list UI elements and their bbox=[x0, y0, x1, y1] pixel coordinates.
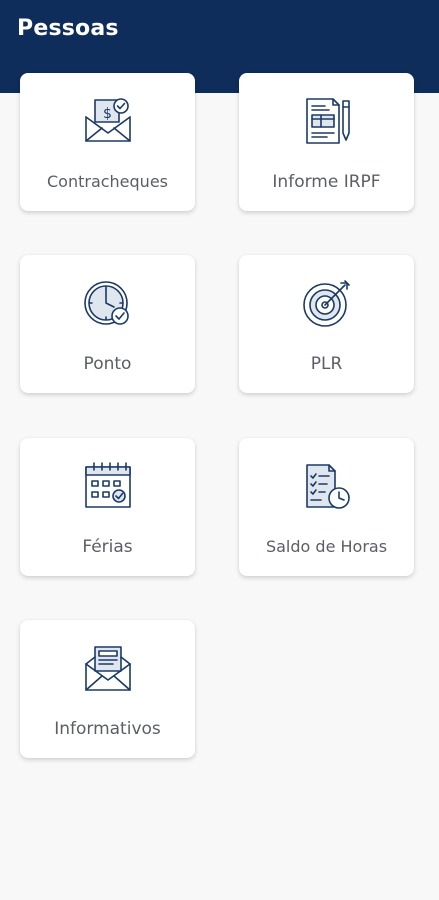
card-label: Contracheques bbox=[46, 172, 168, 191]
card-informe-irpf[interactable]: Informe IRPF bbox=[239, 73, 414, 211]
checklist-clock-icon bbox=[301, 460, 353, 512]
target-arrow-icon bbox=[301, 277, 353, 329]
card-ponto[interactable]: Ponto bbox=[20, 255, 195, 393]
newsletter-envelope-icon bbox=[82, 642, 134, 694]
card-label: Informativos bbox=[54, 719, 161, 739]
card-label: Informe IRPF bbox=[272, 172, 381, 192]
card-informativos[interactable]: Informativos bbox=[20, 620, 195, 758]
clock-check-icon bbox=[82, 277, 134, 329]
document-pen-icon bbox=[301, 95, 353, 147]
card-label: Saldo de Horas bbox=[265, 537, 388, 556]
card-contracheques[interactable]: $ Contracheques bbox=[20, 73, 195, 211]
calendar-check-icon bbox=[82, 460, 134, 512]
page-title: Pessoas bbox=[17, 16, 119, 41]
payslip-envelope-icon: $ bbox=[82, 95, 134, 147]
card-plr[interactable]: PLR bbox=[239, 255, 414, 393]
card-label: Férias bbox=[82, 537, 133, 557]
card-label: Ponto bbox=[83, 354, 132, 374]
svg-text:$: $ bbox=[103, 106, 112, 122]
card-ferias[interactable]: Férias bbox=[20, 438, 195, 576]
card-saldo-de-horas[interactable]: Saldo de Horas bbox=[239, 438, 414, 576]
card-label: PLR bbox=[310, 354, 343, 374]
